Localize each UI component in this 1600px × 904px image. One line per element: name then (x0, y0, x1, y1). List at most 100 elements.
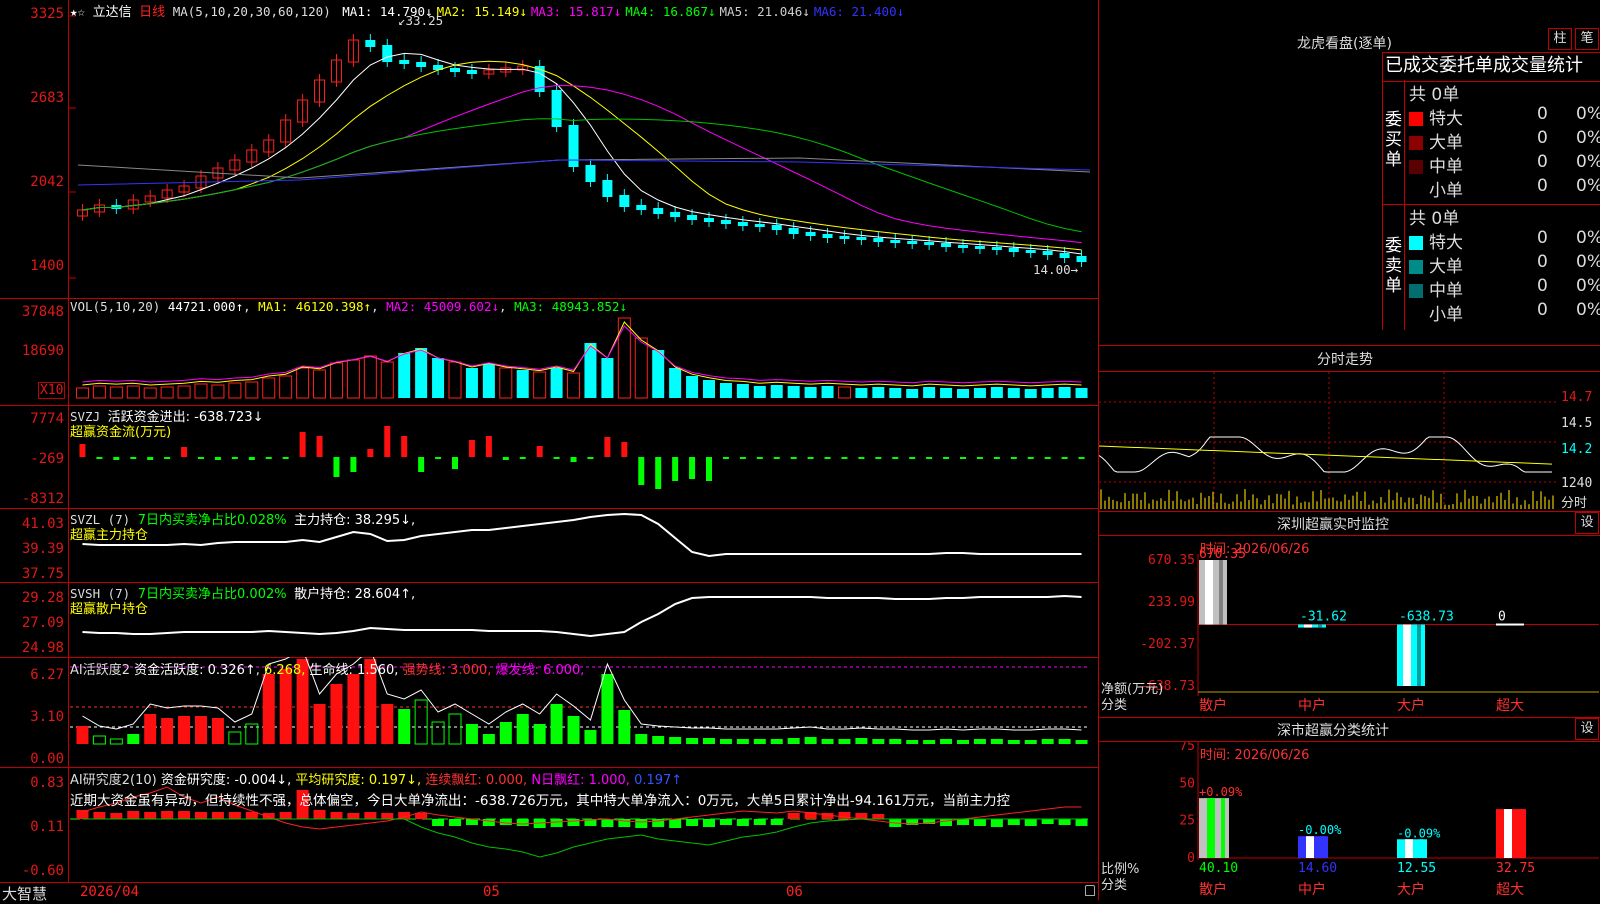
flow-bar (875, 457, 882, 459)
ratio-change: +0.09% (1199, 785, 1243, 799)
activity-bar (787, 738, 800, 744)
net-tick: 233.99 (1148, 595, 1195, 610)
svzj-panel[interactable]: SVZJ 活跃资金进出: -638.723↓ 超赢资金流(万元) 7774 -2… (0, 405, 1098, 509)
sz-class-settings-button[interactable]: 设 (1575, 718, 1599, 740)
research-bar (1024, 819, 1037, 826)
volume-bar (228, 382, 242, 399)
activity-bar (703, 738, 715, 744)
pen-view-button[interactable]: 笔 (1575, 28, 1599, 50)
net-bar (1397, 624, 1425, 686)
order-row: 大单 0 0% (1409, 128, 1600, 153)
flow-bar (333, 457, 340, 477)
volume-bar (787, 386, 800, 398)
candle-body (754, 224, 765, 227)
flow-bar (485, 436, 492, 457)
svzl-panel[interactable]: SVZL (7) 7日内买卖净占比0.028% 主力持仓: 38.295↓, 超… (0, 508, 1098, 583)
activity-bar (262, 674, 275, 744)
volume-bar (143, 387, 157, 399)
flow-bar (248, 457, 255, 460)
y-tick: 37.75 (21, 566, 64, 582)
volume-panel[interactable]: VOL(5,10,20) 44721.000↑, MA1: 46120.398↑… (0, 298, 1098, 406)
volume-bar (211, 384, 225, 399)
order-label: 中单 (1429, 157, 1463, 177)
color-swatch (1409, 112, 1423, 126)
sz-monitor-panel[interactable]: 深圳超赢实时监控 设 时间: 2026/06/26 670.35 233.99 -2… (1099, 512, 1600, 717)
ratio-chart[interactable]: 75 50 25 0 +0.09% 40.10 散户 -0.00% 14.60 中户 -0.09% 1… (1099, 742, 1600, 900)
candle-body (924, 242, 935, 245)
candle-body (856, 237, 867, 240)
y-tick: -0.60 (21, 863, 64, 879)
flow-bar (299, 432, 306, 457)
net-tick: -202.37 (1140, 637, 1195, 652)
activity-bar (109, 738, 123, 745)
activity-bar (1007, 740, 1020, 744)
kline-chart[interactable] (0, 0, 1098, 298)
net-flow-chart[interactable]: 670.35 233.99 -202.37 -638.73 670.35 散户 -31.62… (1099, 536, 1600, 716)
candle-body (382, 45, 393, 62)
activity-bar (313, 704, 326, 744)
ai-activity-panel[interactable]: AI活跃度2 资金活跃度: 0.326↑, 6.268, 生命线: 1.560,… (0, 657, 1098, 768)
period-label[interactable]: 日线 (139, 5, 165, 20)
flow-bar (824, 457, 831, 459)
sz-class-panel[interactable]: 深市超赢分类统计 设 时间: 2026/06/26 75 50 25 0 +0.09% 4… (1099, 718, 1600, 900)
research-bar (144, 812, 157, 819)
intraday-panel[interactable]: 分时走势 14.7 14.5 14.2 1240 分时 (1099, 346, 1600, 511)
ratio-tick: 0 (1187, 851, 1195, 866)
kline-panel[interactable]: ★☆ 立达信 日线 MA(5,10,20,30,60,120) MA1: 14.… (0, 0, 1098, 299)
research-bar (753, 819, 766, 825)
research-bar (161, 811, 174, 819)
color-swatch (1409, 136, 1423, 150)
volume-bar (465, 368, 478, 398)
sz-class-title: 深市超赢分类统计 (1277, 723, 1389, 739)
volume-bar (194, 383, 208, 399)
y-tick: 37848 (21, 304, 64, 320)
svsh-panel[interactable]: SVSH (7) 7日内买卖净占比0.002% 散户持仓: 28.604↑, 超… (0, 582, 1098, 658)
ratio-value: 40.10 (1199, 861, 1238, 876)
research-bar (228, 812, 241, 819)
candle-body (788, 228, 799, 234)
flow-bar (926, 457, 933, 459)
order-value: 0 (1537, 128, 1548, 148)
peak-price-label: ↙33.25 (398, 13, 444, 28)
net-value: -638.73 (1399, 610, 1454, 625)
order-value: 0 (1537, 252, 1548, 272)
volume-bar (448, 361, 462, 399)
volume-bar (1041, 388, 1054, 398)
ratio-tick: 25 (1179, 814, 1195, 829)
volume-bar (279, 375, 293, 399)
research-bar (330, 812, 343, 819)
flow-bar (773, 457, 780, 459)
candle-body (568, 125, 579, 167)
sz-monitor-settings-button[interactable]: 设 (1575, 512, 1599, 534)
x-axis-bar: 大智慧 2026/04 05 06 (0, 882, 1098, 903)
order-row: 特大 0 0% (1409, 228, 1600, 253)
research-bar (719, 819, 732, 825)
flow-bar (1061, 457, 1068, 459)
research-bar (279, 812, 292, 819)
ratio-bar (1397, 839, 1427, 858)
volume-chart[interactable] (0, 298, 1098, 405)
research-bar (669, 819, 682, 828)
volume-bar (92, 385, 106, 399)
bar-view-button[interactable]: 柱 (1548, 28, 1572, 50)
activity-bar (178, 716, 191, 744)
flow-bar (1044, 457, 1051, 459)
volume-bar (363, 355, 377, 399)
flow-bar (1078, 457, 1085, 459)
activity-bar (973, 739, 986, 744)
y-tick: 18690 (21, 343, 64, 359)
flow-bar (316, 436, 323, 457)
volume-bar (415, 348, 428, 398)
order-row: 中单 0 0% (1409, 152, 1600, 177)
ai-research-panel[interactable]: AI研究度2(10) 资金研究度: -0.004↓, 平均研究度: 0.197↓… (0, 767, 1098, 882)
activity-bar (686, 738, 699, 744)
intraday-chart[interactable] (1099, 372, 1600, 511)
candle-body (365, 40, 376, 47)
activity-bar (940, 739, 953, 744)
flow-bar (892, 457, 899, 459)
order-pct: 0% (1576, 300, 1600, 320)
volume-bar (703, 380, 715, 398)
activity-bar (889, 739, 902, 744)
volume-bar (313, 369, 327, 399)
lock-icon[interactable] (1085, 885, 1095, 896)
